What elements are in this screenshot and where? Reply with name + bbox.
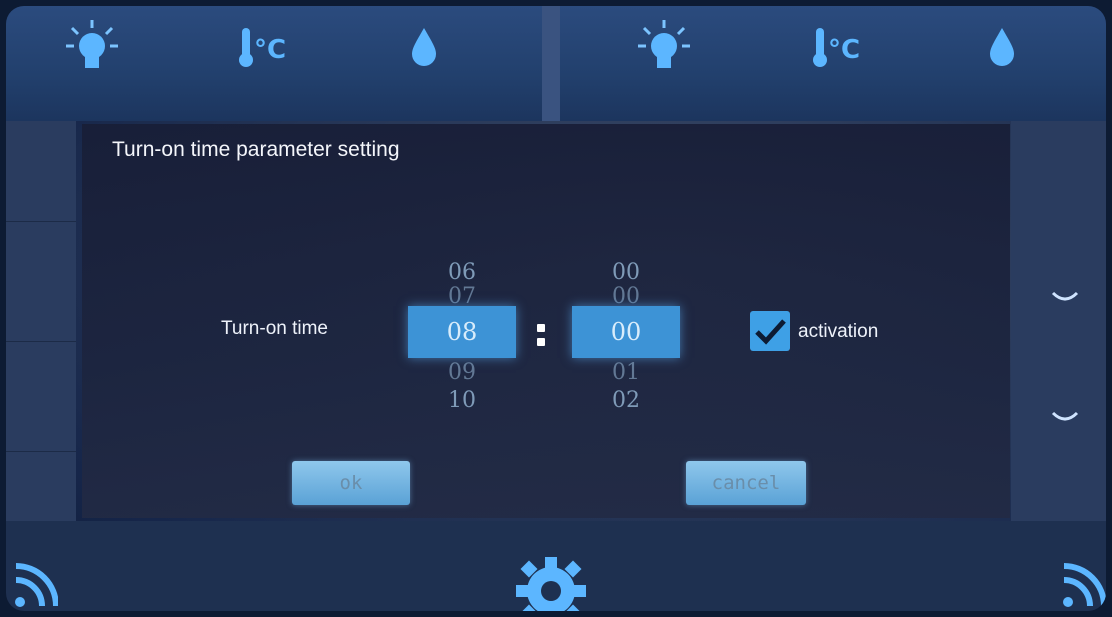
device-screen: °C °C Turn-on time parameter setting Tur… [6,6,1106,611]
turn-on-time-label: Turn-on time [221,318,328,339]
thermometer-celsius-icon[interactable]: °C [228,16,288,76]
left-side-panel [6,121,76,521]
turn-on-time-dialog: Turn-on time parameter setting Turn-on t… [82,124,1010,518]
minute-option[interactable]: 02 [572,388,680,413]
svg-text:°C: °C [254,35,286,65]
hour-selected-value: 08 [446,318,478,346]
side-divider [6,451,76,452]
wifi-icon[interactable] [1056,556,1106,611]
checkmark-icon [755,319,786,345]
minute-option[interactable]: 01 [572,360,680,385]
minute-picker[interactable]: 00 00 00 01 02 [572,124,680,518]
hour-picker[interactable]: 06 07 08 09 10 [408,124,516,518]
light-bulb-icon[interactable] [62,16,122,76]
ok-button[interactable]: ok [292,461,410,505]
chevron-down-icon[interactable] [1051,411,1079,425]
right-side-panel [1011,121,1106,521]
bottom-bar [6,521,1106,611]
hour-option[interactable]: 10 [408,388,516,413]
light-bulb-icon[interactable] [634,16,694,76]
side-divider [6,341,76,342]
hour-option[interactable]: 09 [408,360,516,385]
minute-selected-value: 00 [610,318,642,346]
activation-label: activation [798,321,879,342]
water-drop-icon[interactable] [972,16,1032,76]
hour-selected[interactable]: 08 [408,306,516,358]
svg-text:°C: °C [828,35,860,65]
minute-selected[interactable]: 00 [572,306,680,358]
thermometer-celsius-icon[interactable]: °C [802,16,862,76]
side-divider [6,221,76,222]
top-bar-divider [542,6,560,121]
hour-option[interactable]: 06 [408,260,516,285]
chevron-down-icon[interactable] [1051,291,1079,305]
wifi-icon[interactable] [8,556,58,611]
top-bar: °C °C [6,6,1106,121]
cancel-button[interactable]: cancel [686,461,806,505]
water-drop-icon[interactable] [394,16,454,76]
time-separator [537,320,547,352]
minute-option[interactable]: 00 [572,260,680,285]
dialog-title: Turn-on time parameter setting [112,138,400,161]
activation-checkbox[interactable] [750,311,790,351]
settings-gear-icon[interactable] [506,551,596,611]
